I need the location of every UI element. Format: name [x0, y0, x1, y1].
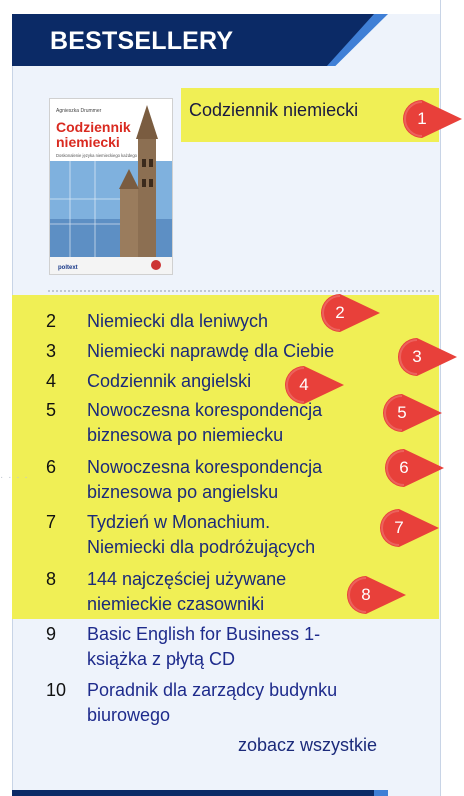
marker-number: 2 [335, 303, 345, 322]
list-item-title-line: 144 najczęściej używane [87, 569, 287, 589]
list-item-title-line: Nowoczesna korespondencja [87, 457, 323, 477]
list-item-title-link[interactable]: Nowoczesna korespondencja biznesowa po ni… [87, 398, 387, 448]
marker-badge: 5 [382, 393, 448, 433]
list-item-number: 10 [46, 680, 67, 700]
list-item-title-line: biurowego [87, 705, 171, 725]
see-all-link[interactable]: zobacz wszystkie [238, 735, 377, 756]
marker-badge: 7 [379, 508, 445, 548]
book-cover-art: Agnieszka Drummer Codziennik niemiecki D… [50, 99, 172, 274]
marker-number: 5 [397, 403, 407, 422]
list-item-number: 9 [46, 624, 57, 644]
section-title: BESTSELLERY [50, 27, 234, 55]
list-item-title-link[interactable]: 144 najczęściej używane niemieckie czasow… [87, 567, 387, 617]
cover-publisher: poltext [58, 265, 78, 271]
cover-title-line1: Codziennik [56, 119, 131, 135]
panel-border [440, 0, 441, 14]
list-item-number: 2 [46, 311, 57, 331]
list-item-title-line: Basic English for Business 1- [87, 624, 321, 644]
cover-subtitle: Doskonalenie języka niemieckiego każdego… [56, 153, 147, 158]
list-item-title-link[interactable]: Basic English for Business 1- książka z p… [87, 622, 387, 672]
marker-number: 8 [361, 585, 371, 604]
footer-bar [12, 790, 388, 796]
list-item-title-link[interactable]: Nowoczesna korespondencja biznesowa po an… [87, 455, 387, 505]
marker-badge: 6 [384, 448, 450, 488]
list-item-number: 6 [46, 457, 57, 477]
list-item-title-link[interactable]: Poradnik dla zarządcy budynku biurowego [87, 678, 387, 728]
list-item-title-link[interactable]: Tydzień w Monachium. Niemiecki dla podróż… [87, 510, 387, 560]
list-item-number: 3 [46, 341, 57, 361]
marker-badge: 2 [320, 293, 386, 333]
featured-book-link[interactable]: Codziennik niemiecki [189, 100, 358, 121]
list-item-title-line: książka z płytą CD [87, 649, 236, 669]
marker-badge: 1 [402, 99, 464, 139]
marker-number: 7 [394, 518, 404, 537]
list-item-number: 8 [46, 569, 57, 589]
list-item-number: 4 [46, 371, 57, 391]
marker-number: 4 [299, 375, 309, 394]
list-item-title-line: Niemiecki naprawdę dla Ciebie [87, 341, 335, 361]
marker-number: 1 [417, 109, 427, 128]
marker-badge: 3 [397, 337, 463, 377]
divider-dots: · · · · [0, 472, 29, 483]
cover-author: Agnieszka Drummer [56, 108, 102, 114]
divider [48, 290, 434, 292]
marker-badge: 8 [346, 575, 412, 615]
list-item-title-link[interactable]: Niemiecki naprawdę dla Ciebie [87, 339, 387, 364]
list-item-title-line: Tydzień w Monachium. [87, 512, 271, 532]
list-item-number: 7 [46, 512, 57, 532]
marker-badge: 4 [284, 365, 350, 405]
footer-accent [374, 790, 388, 796]
list-item-title-line: biznesowa po niemiecku [87, 425, 284, 445]
marker-number: 3 [412, 347, 422, 366]
list-item-title-line: Niemiecki dla podróżujących [87, 537, 316, 557]
list-item-title-line: biznesowa po angielsku [87, 482, 279, 502]
marker-number: 6 [399, 458, 409, 477]
list-item-title-line: niemieckie czasowniki [87, 594, 265, 614]
list-item-title-line: Poradnik dla zarządcy budynku [87, 680, 338, 700]
book-cover-image[interactable]: Agnieszka Drummer Codziennik niemiecki D… [49, 98, 173, 275]
list-item-number: 5 [46, 400, 57, 420]
cover-title-line2: niemiecki [56, 134, 120, 150]
